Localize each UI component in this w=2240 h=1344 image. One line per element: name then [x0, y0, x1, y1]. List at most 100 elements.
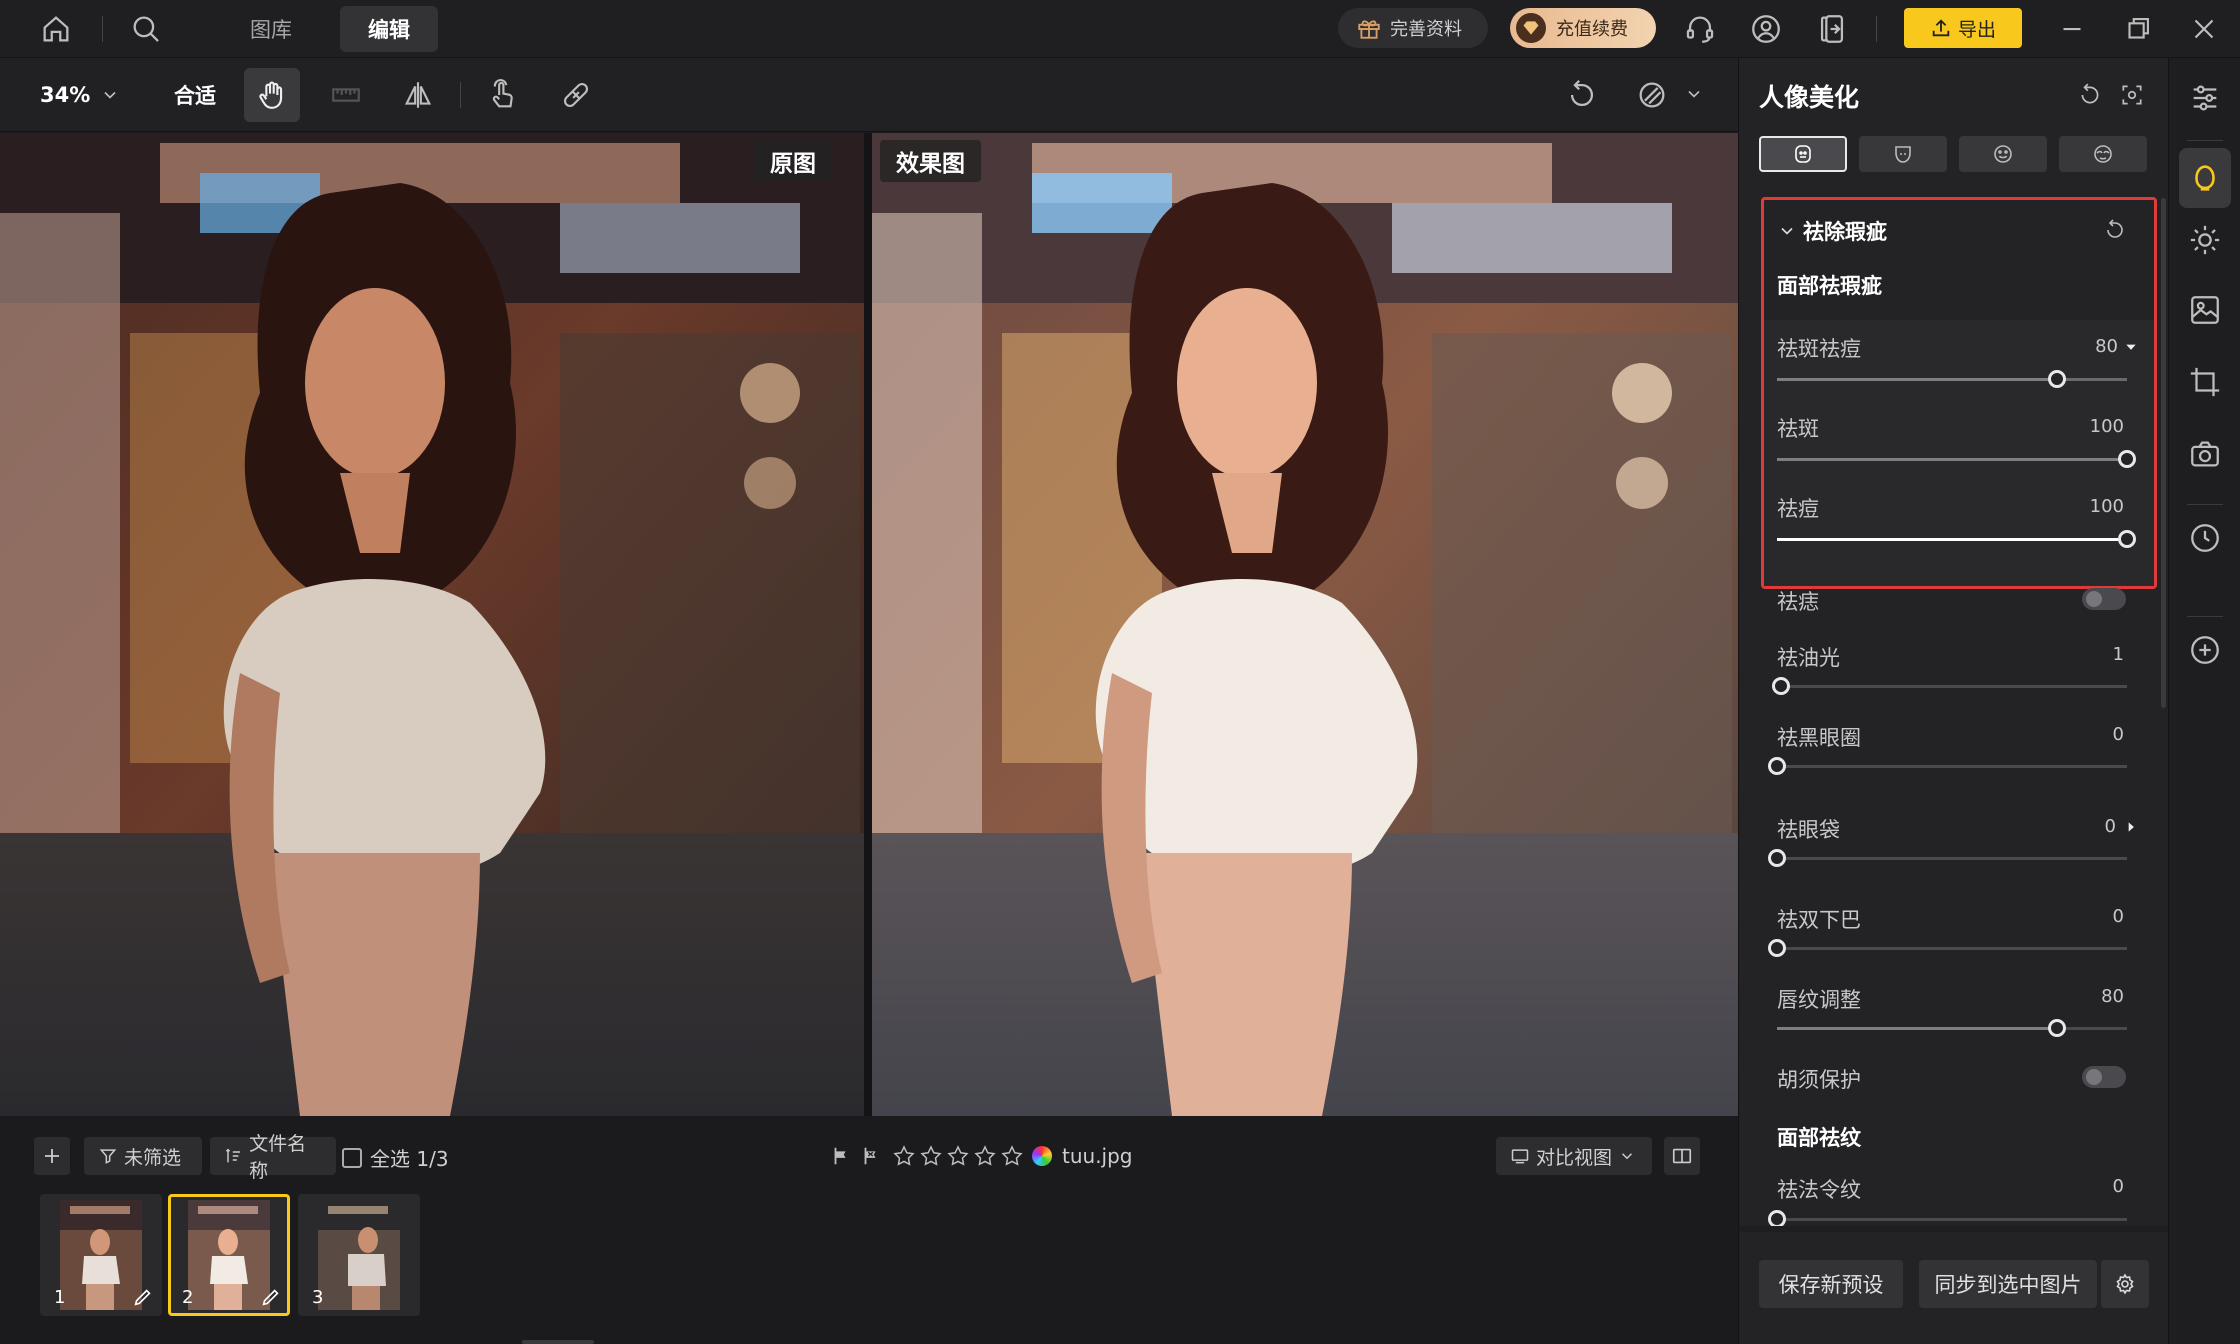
minimize-icon[interactable] — [2052, 9, 2092, 49]
zoom-dropdown[interactable]: 34% — [40, 78, 120, 112]
complete-profile-label: 完善资料 — [1390, 19, 1462, 40]
fit-button[interactable]: 合适 — [174, 80, 216, 110]
slider-value[interactable]: 1 — [2113, 644, 2124, 665]
checkbox-icon — [342, 1147, 362, 1168]
original-image[interactable] — [0, 133, 864, 1116]
complete-profile-button[interactable]: 完善资料 — [1338, 8, 1488, 48]
image-adjust-icon[interactable] — [2181, 286, 2229, 334]
slider-value[interactable]: 100 — [2090, 416, 2124, 437]
star-icon[interactable] — [1000, 1144, 1024, 1168]
slider-track[interactable] — [1768, 939, 2127, 957]
slider-value[interactable]: 80 — [2101, 986, 2124, 1007]
slider-value[interactable]: 0 — [2113, 1176, 2124, 1197]
sync-settings-button[interactable] — [2101, 1260, 2149, 1308]
adjust-sliders-icon[interactable] — [2181, 74, 2229, 122]
thumbnail-1[interactable]: 1 — [40, 1194, 162, 1316]
tab-face-features[interactable] — [1959, 136, 2047, 172]
section-reset-icon[interactable] — [2103, 218, 2127, 242]
tab-face-shape[interactable] — [1859, 136, 1947, 172]
history-icon[interactable] — [2181, 514, 2229, 562]
slider-track[interactable] — [1768, 1210, 2127, 1228]
add-circle-icon[interactable] — [2181, 626, 2229, 674]
portrait-beauty-icon[interactable] — [2179, 148, 2231, 208]
export-button[interactable]: 导出 — [1904, 8, 2022, 48]
overlay-compare-button[interactable] — [1624, 68, 1680, 122]
slider-track[interactable] — [1777, 370, 2127, 388]
tab-edit[interactable]: 编辑 — [340, 6, 438, 52]
slider-value[interactable]: 0 — [2113, 724, 2124, 745]
camera-icon[interactable] — [2181, 430, 2229, 478]
result-image[interactable] — [872, 133, 1738, 1116]
recharge-button[interactable]: 充值续费 — [1510, 8, 1656, 48]
split-view-button[interactable] — [1664, 1137, 1700, 1175]
panel-reset-icon[interactable] — [2077, 82, 2103, 108]
thumbnail-3[interactable]: 3 — [298, 1194, 420, 1316]
flag-icon[interactable] — [830, 1145, 852, 1167]
patch-tool[interactable] — [548, 68, 604, 122]
light-icon[interactable] — [2181, 216, 2229, 264]
compare-view-dropdown[interactable]: 对比视图 — [1496, 1137, 1652, 1175]
slider-track[interactable] — [1768, 757, 2127, 775]
touch-tool[interactable] — [474, 68, 530, 122]
flip-tool[interactable] — [390, 68, 446, 122]
login-icon[interactable] — [1812, 9, 1852, 49]
slider-knob[interactable] — [1768, 849, 1786, 867]
slider-track[interactable] — [1771, 677, 2127, 695]
slider-knob[interactable] — [2118, 530, 2136, 548]
add-image-button[interactable] — [34, 1137, 70, 1175]
star-icon[interactable] — [946, 1144, 970, 1168]
reject-flag-icon[interactable] — [860, 1145, 882, 1167]
slider-track[interactable] — [1777, 530, 2136, 548]
chevron-down-icon[interactable] — [1684, 84, 1704, 104]
sort-button[interactable]: 文件名称 — [210, 1133, 336, 1182]
slider-track[interactable] — [1777, 1019, 2127, 1037]
sync-selected-button[interactable]: 同步到选中图片 — [1919, 1260, 2097, 1308]
star-icon[interactable] — [892, 1144, 916, 1168]
home-icon[interactable] — [36, 9, 76, 49]
star-icon[interactable] — [919, 1144, 943, 1168]
beard-protect-toggle[interactable] — [2082, 1066, 2126, 1088]
filter-button[interactable]: 未筛选 — [84, 1137, 202, 1175]
chevron-down-icon — [1621, 1153, 1633, 1160]
select-all-checkbox[interactable]: 全选 1/3 — [342, 1143, 449, 1172]
panel-scrollbar[interactable] — [2161, 198, 2166, 708]
face-detect-icon[interactable] — [2119, 82, 2145, 108]
crop-icon[interactable] — [2181, 358, 2229, 406]
slider-knob[interactable] — [2048, 370, 2066, 388]
slider-value[interactable]: 80 — [2095, 336, 2138, 357]
ruler-tool[interactable] — [318, 68, 374, 122]
slider-track[interactable] — [1777, 450, 2136, 468]
hand-tool[interactable] — [244, 68, 300, 122]
tab-face-skin[interactable] — [1759, 136, 1847, 172]
slider-track[interactable] — [1768, 849, 2127, 867]
headset-icon[interactable] — [1680, 9, 1720, 49]
panel-title: 人像美化 — [1759, 83, 1860, 112]
reset-button[interactable] — [1554, 68, 1610, 122]
thumbnail-2-selected[interactable]: 2 — [168, 1194, 290, 1316]
tool-rail — [2168, 58, 2240, 1344]
split-divider[interactable] — [864, 133, 872, 1116]
tab-makeup[interactable] — [2059, 136, 2147, 172]
slider-value[interactable]: 100 — [2090, 496, 2124, 517]
rating-bar: tuu.jpg — [830, 1141, 1133, 1171]
slider-value[interactable]: 0 — [2113, 906, 2124, 927]
tab-library[interactable]: 图库 — [222, 6, 320, 52]
star-icon[interactable] — [973, 1144, 997, 1168]
face-skin-icon — [1795, 145, 1811, 163]
slider-knob[interactable] — [1771, 677, 1790, 695]
horizontal-scrollbar[interactable] — [522, 1340, 594, 1344]
slider-knob[interactable] — [1768, 939, 1786, 957]
user-avatar-icon[interactable] — [1746, 9, 1786, 49]
search-icon[interactable] — [126, 9, 166, 49]
close-icon[interactable] — [2184, 9, 2224, 49]
slider-knob[interactable] — [2118, 450, 2136, 468]
color-label-icon[interactable] — [1032, 1146, 1052, 1166]
slider-knob[interactable] — [1768, 757, 1786, 775]
save-preset-button[interactable]: 保存新预设 — [1759, 1260, 1903, 1308]
slider-value[interactable]: 0 — [2105, 816, 2138, 837]
mole-toggle[interactable] — [2082, 588, 2126, 610]
slider-knob[interactable] — [2048, 1019, 2066, 1037]
flip-icon — [404, 82, 432, 108]
blemish-section-header[interactable]: 祛除瑕疵 — [1777, 216, 1887, 246]
restore-icon[interactable] — [2118, 9, 2158, 49]
